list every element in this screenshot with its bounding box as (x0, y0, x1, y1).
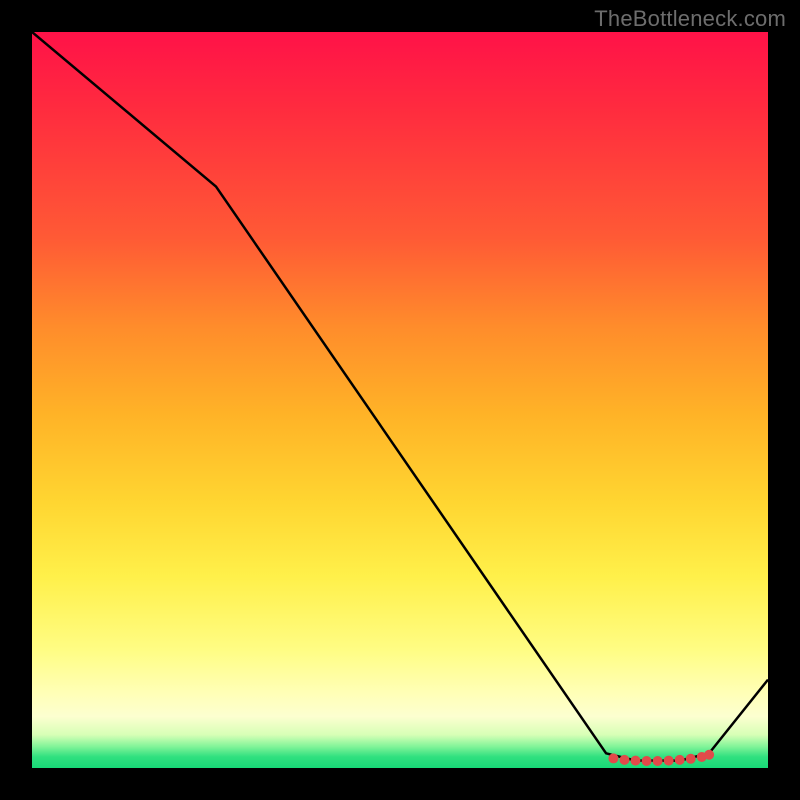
chart-svg (32, 32, 768, 768)
marker-dot (631, 756, 641, 766)
marker-dot (664, 756, 674, 766)
marker-dot (642, 756, 652, 766)
marker-layer (608, 750, 714, 766)
chart-frame: TheBottleneck.com (0, 0, 800, 800)
marker-dot (686, 754, 696, 764)
marker-dot (675, 755, 685, 765)
marker-dot (608, 753, 618, 763)
curve-layer (32, 32, 768, 761)
series-line (32, 32, 768, 761)
plot-area (32, 32, 768, 768)
marker-dot (704, 750, 714, 760)
attribution-text: TheBottleneck.com (594, 6, 786, 32)
marker-dot (619, 755, 629, 765)
marker-dot (653, 756, 663, 766)
